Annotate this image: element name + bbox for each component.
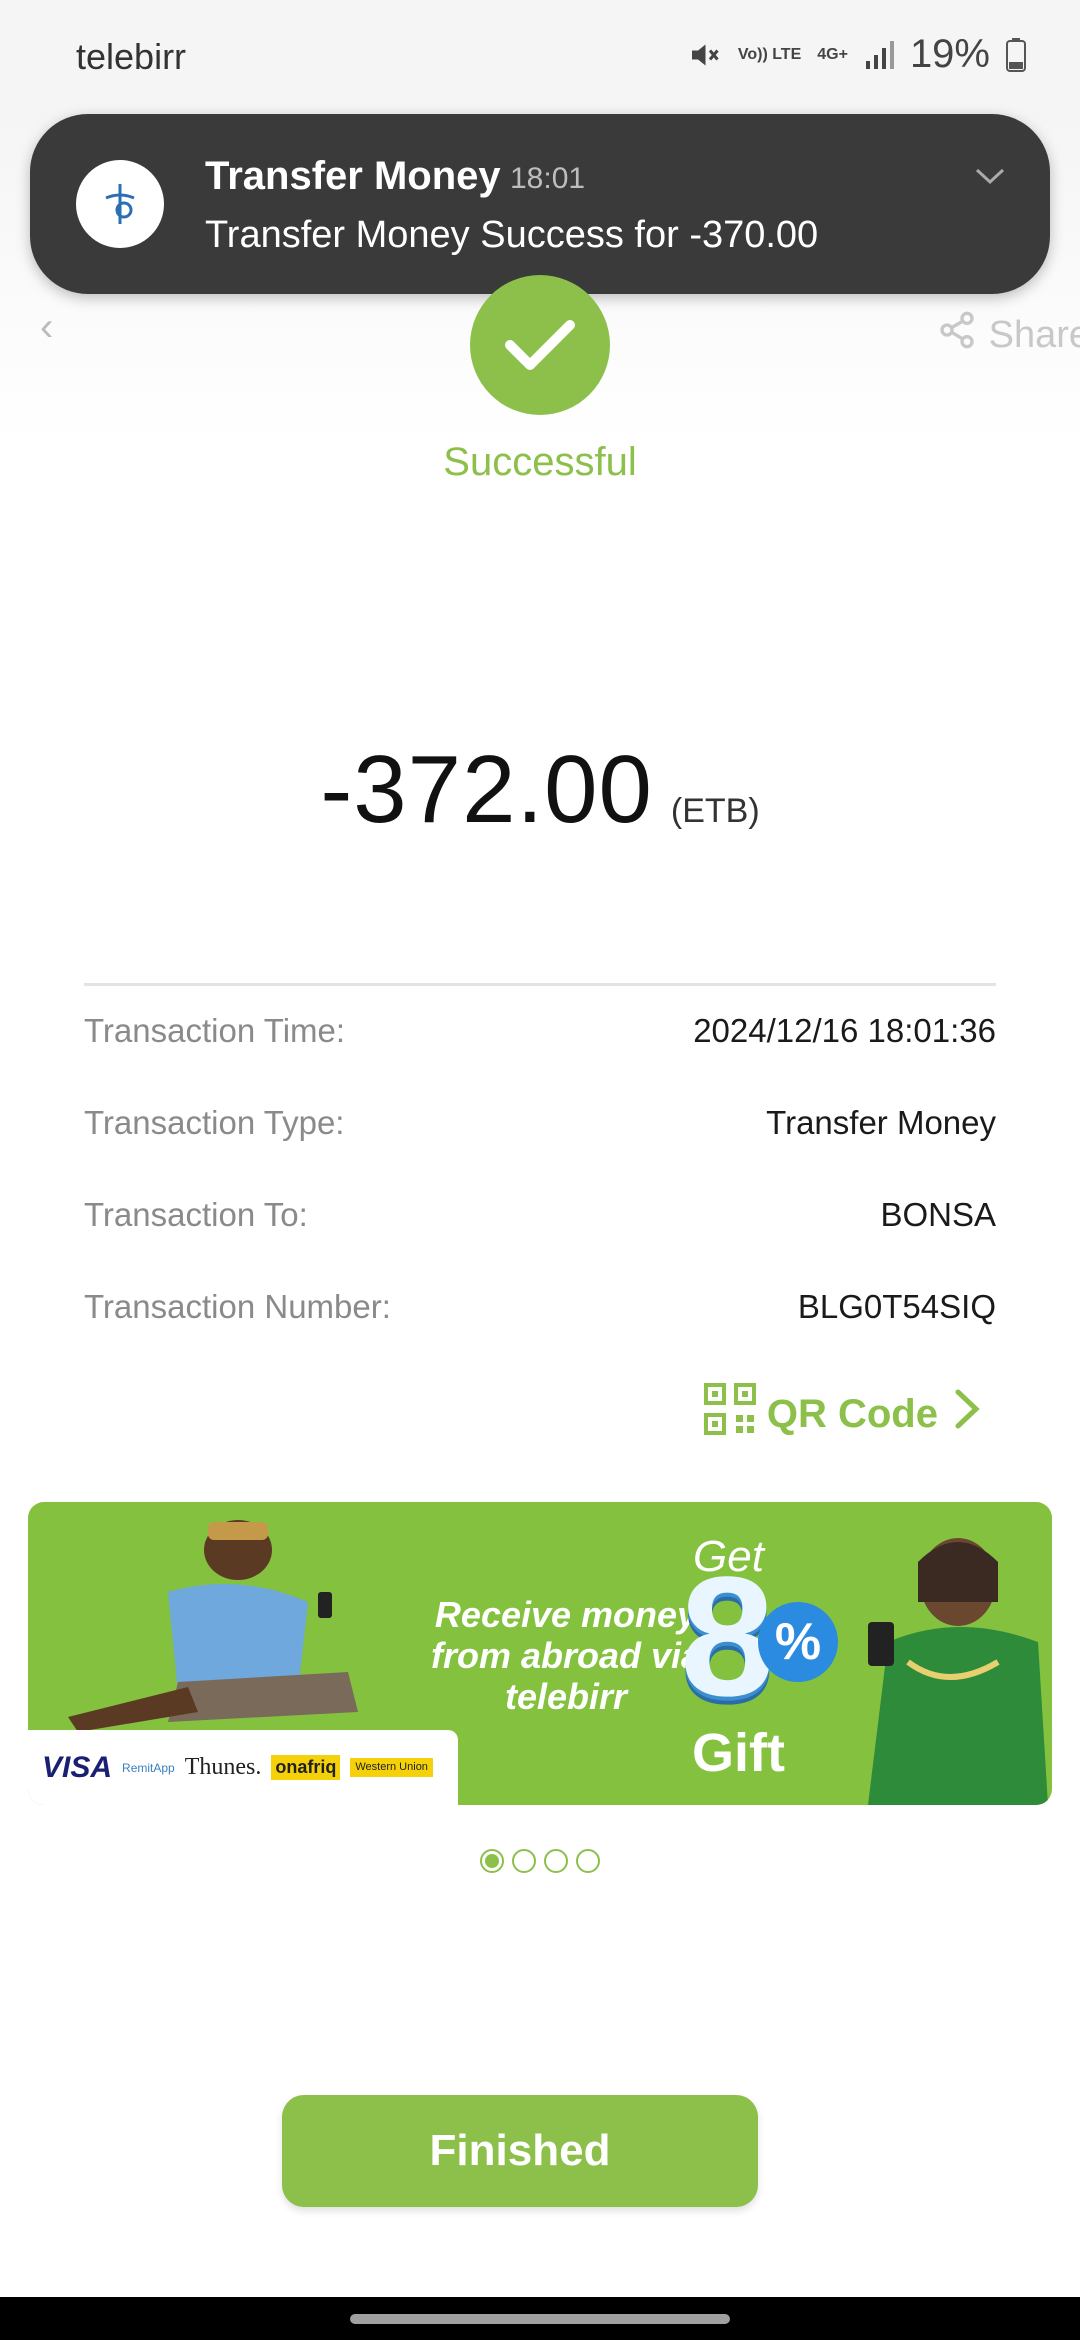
amount-currency: (ETB) <box>670 792 760 830</box>
notification-title: Transfer Money <box>205 154 501 198</box>
partner-remitapp-logo: RemitApp <box>122 1760 175 1775</box>
partner-thunes-logo: Thunes. <box>184 1754 262 1780</box>
battery-percent: 19% <box>909 32 990 76</box>
detail-row-time: Transaction Time: 2024/12/16 18:01:36 <box>84 1012 996 1050</box>
carousel-dots <box>0 1849 1080 1873</box>
notification-banner[interactable]: Transfer Money 18:01 Transfer Money Succ… <box>30 114 1050 294</box>
banner-gift-text: Gift <box>692 1723 785 1783</box>
detail-label: Transaction Type: <box>84 1104 345 1141</box>
partner-onafriq-logo: onafriq <box>271 1755 341 1780</box>
notification-body: Transfer Money Success for -370.00 <box>205 214 819 256</box>
banner-man-image <box>68 1520 358 1732</box>
share-icon <box>937 310 977 360</box>
status-app-name: telebirr <box>76 36 187 77</box>
mute-icon <box>686 37 722 73</box>
carousel-dot[interactable] <box>480 1849 504 1873</box>
notification-time: 18:01 <box>510 162 586 195</box>
carousel-dot[interactable] <box>576 1849 600 1873</box>
detail-row-type: Transaction Type: Transfer Money <box>84 1104 996 1142</box>
banner-headline: Receive money from abroad via telebirr <box>430 1594 702 1717</box>
carousel-dot[interactable] <box>512 1849 536 1873</box>
back-icon[interactable]: ‹ <box>40 305 53 350</box>
status-icons: Vo)) LTE 4G+ 19% <box>686 32 1026 77</box>
promo-banner[interactable]: Receive money from abroad via telebirr G… <box>28 1502 1052 1805</box>
home-gesture-handle[interactable] <box>350 2314 730 2324</box>
divider <box>84 983 996 986</box>
battery-icon <box>1006 37 1026 72</box>
carousel-dot[interactable] <box>544 1849 568 1873</box>
share-label: Share <box>988 313 1080 356</box>
amount: -372.00 (ETB) <box>0 735 1080 845</box>
volte-indicator: Vo)) LTE <box>737 45 802 63</box>
network-type-indicator: 4G+ <box>817 45 848 63</box>
detail-value: Transfer Money <box>766 1104 996 1141</box>
system-nav-bar <box>0 2297 1080 2340</box>
banner-percent-badge: % <box>758 1602 838 1682</box>
share-button[interactable]: Share <box>937 310 1080 360</box>
status-bar: telebirr Vo)) LTE 4G+ 19% <box>0 0 1080 115</box>
status-text: Successful <box>443 440 637 484</box>
detail-value: BONSA <box>880 1196 996 1233</box>
banner-partners-strip: VISA RemitApp Thunes. onafriq Western Un… <box>28 1730 458 1805</box>
detail-label: Transaction Time: <box>84 1012 346 1049</box>
partner-visa-logo: VISA <box>42 1750 113 1784</box>
success-check-icon <box>470 275 610 415</box>
telebirr-logo-icon <box>76 160 164 248</box>
chevron-down-icon[interactable] <box>974 166 1006 191</box>
detail-row-to: Transaction To: BONSA <box>84 1196 996 1234</box>
signal-icon <box>864 39 894 71</box>
finished-button[interactable]: Finished <box>282 2095 758 2207</box>
detail-label: Transaction To: <box>84 1196 308 1233</box>
detail-row-number: Transaction Number: BLG0T54SIQ <box>84 1288 996 1326</box>
qr-code-icon <box>703 1382 757 1446</box>
qr-code-label: QR Code <box>766 1391 938 1436</box>
detail-value: 2024/12/16 18:01:36 <box>693 1012 996 1049</box>
detail-value: BLG0T54SIQ <box>797 1288 996 1325</box>
detail-label: Transaction Number: <box>84 1288 391 1325</box>
partner-western-union-logo: Western Union <box>350 1758 433 1777</box>
chevron-right-icon <box>948 1388 984 1440</box>
qr-code-link[interactable]: QR Code <box>703 1382 984 1446</box>
banner-woman-image <box>868 1538 1048 1805</box>
amount-value: -372.00 <box>320 736 653 843</box>
